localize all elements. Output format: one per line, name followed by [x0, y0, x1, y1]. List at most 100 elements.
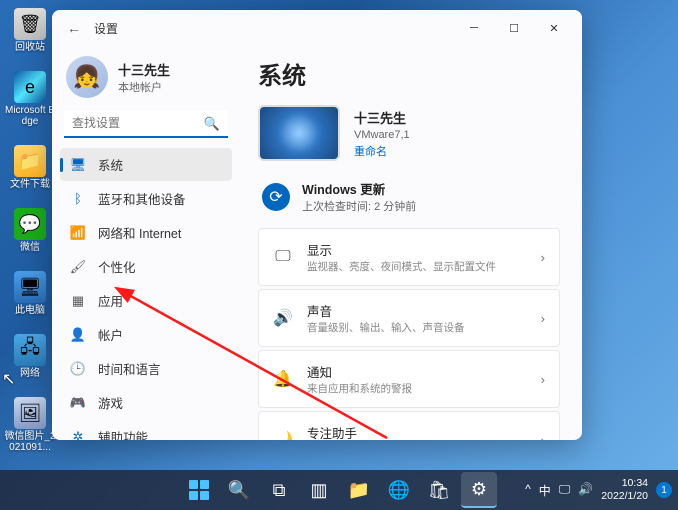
thispc-icon: 🖥	[14, 271, 46, 303]
windows-icon	[189, 480, 209, 500]
nav-label: 帐户	[98, 325, 123, 344]
minimize-button[interactable]: ─	[454, 14, 494, 42]
taskview-button[interactable]: ⧉	[261, 472, 297, 508]
device-model: VMware7,1	[354, 129, 410, 141]
search-icon: 🔍	[204, 116, 220, 132]
store-icon: 🛍	[428, 480, 451, 501]
bluetooth-icon: ᛒ	[70, 191, 86, 207]
ime-indicator[interactable]: 中	[539, 482, 551, 499]
card-focus[interactable]: 🌙 专注助手通知、自动规则 ›	[258, 411, 560, 440]
search-box: 🔍	[64, 110, 228, 138]
desktop-label: 此电脑	[15, 305, 45, 316]
settings-card-list: 🖵 显示监视器、亮度、夜间模式、显示配置文件 › 🔊 声音音量级别、输出、输入、…	[258, 228, 560, 440]
clock[interactable]: 10:34 2022/1/20	[601, 477, 648, 502]
desktop-label: 微信图片_2021091...	[4, 431, 56, 453]
card-display[interactable]: 🖵 显示监视器、亮度、夜间模式、显示配置文件 ›	[258, 228, 560, 286]
notification-badge[interactable]: 1	[656, 482, 672, 498]
device-name: 十三先生	[354, 108, 410, 127]
nav-item-bluetooth[interactable]: ᛒ蓝牙和其他设备	[60, 182, 232, 215]
device-wallpaper-preview	[258, 105, 340, 161]
profile-block[interactable]: 👧 十三先生 本地帐户	[60, 52, 232, 110]
nav-item-accounts[interactable]: 👤帐户	[60, 318, 232, 351]
settings-window: ← 设置 ─ ☐ ✕ 👧 十三先生 本地帐户 🔍 🖥系统 ᛒ蓝牙和其他设备	[52, 10, 582, 440]
desktop-icon-wechat[interactable]: 💬 微信	[4, 208, 56, 253]
maximize-button[interactable]: ☐	[494, 14, 534, 42]
desktop: 🗑 回收站 e Microsoft Edge 📁 文件下载 💬 微信 🖥 此电脑…	[0, 0, 60, 450]
nav-item-personalize[interactable]: 🖌个性化	[60, 250, 232, 283]
desktop-icon-downloads[interactable]: 📁 文件下载	[4, 145, 56, 190]
nav-label: 应用	[98, 291, 123, 310]
chevron-right-icon: ›	[541, 372, 545, 387]
card-sound[interactable]: 🔊 声音音量级别、输出、输入、声音设备 ›	[258, 289, 560, 347]
edge-icon: 🌐	[388, 480, 410, 501]
desktop-label: Microsoft Edge	[4, 105, 56, 127]
settings-button[interactable]: ⚙	[461, 472, 497, 508]
sidebar: 👧 十三先生 本地帐户 🔍 🖥系统 ᛒ蓝牙和其他设备 📶网络和 Internet…	[52, 46, 240, 440]
card-notifications[interactable]: 🔔 通知来自应用和系统的警报 ›	[258, 350, 560, 408]
nav-item-gaming[interactable]: 🎮游戏	[60, 386, 232, 419]
nav-label: 系统	[98, 155, 123, 174]
explorer-button[interactable]: 📁	[341, 472, 377, 508]
gamepad-icon: 🎮	[70, 395, 86, 411]
monitor-icon: 🖵	[273, 247, 293, 267]
desktop-icon-recycle[interactable]: 🗑 回收站	[4, 8, 56, 53]
desktop-icon-image[interactable]: 🖼 微信图片_2021091...	[4, 397, 56, 453]
chevron-right-icon: ›	[541, 311, 545, 326]
titlebar[interactable]: ← 设置 ─ ☐ ✕	[52, 10, 582, 46]
desktop-label: 回收站	[15, 42, 45, 53]
volume-tray-icon[interactable]: 🔊	[578, 482, 593, 499]
network-icon: 🖧	[14, 334, 46, 366]
back-button[interactable]: ←	[60, 14, 88, 42]
search-icon: 🔍	[228, 480, 250, 501]
apps-icon: ▦	[70, 293, 86, 309]
network-tray-icon[interactable]: 🖵	[559, 482, 571, 499]
edge-button[interactable]: 🌐	[381, 472, 417, 508]
nav-item-time[interactable]: 🕒时间和语言	[60, 352, 232, 385]
nav-label: 个性化	[98, 257, 136, 276]
profile-sub: 本地帐户	[118, 79, 170, 95]
search-button[interactable]: 🔍	[221, 472, 257, 508]
nav-item-accessibility[interactable]: ✲ 辅助功能	[60, 420, 232, 440]
window-title: 设置	[94, 20, 454, 37]
desktop-icon-edge[interactable]: e Microsoft Edge	[4, 71, 56, 127]
desktop-label: 文件下载	[10, 179, 50, 190]
update-status[interactable]: ⟳ Windows 更新 上次检查时间: 2 分钟前	[258, 173, 560, 228]
edge-icon: e	[14, 71, 46, 103]
clock-date: 2022/1/20	[601, 490, 648, 503]
system-tray: ^ 中 🖵 🔊 10:34 2022/1/20 1	[525, 477, 672, 502]
widgets-button[interactable]: ▥	[301, 472, 337, 508]
image-icon: 🖼	[14, 397, 46, 429]
taskbar-center: 🔍 ⧉ ▥ 📁 🌐 🛍 ⚙	[181, 472, 497, 508]
card-sub: 监视器、亮度、夜间模式、显示配置文件	[307, 259, 527, 274]
nav-item-apps[interactable]: ▦ 应用	[60, 284, 232, 317]
start-button[interactable]	[181, 472, 217, 508]
store-button[interactable]: 🛍	[421, 472, 457, 508]
update-sub: 上次检查时间: 2 分钟前	[302, 198, 416, 214]
desktop-icon-thispc[interactable]: 🖥 此电脑	[4, 271, 56, 316]
desktop-icon-network[interactable]: 🖧 网络	[4, 334, 56, 379]
widgets-icon: ▥	[310, 480, 327, 501]
nav-list: 🖥系统 ᛒ蓝牙和其他设备 📶网络和 Internet 🖌个性化 ▦应用 👤帐户 …	[60, 148, 232, 440]
nav-label: 时间和语言	[98, 359, 161, 378]
card-title: 显示	[307, 240, 527, 259]
card-sub: 来自应用和系统的警报	[307, 381, 527, 396]
profile-name: 十三先生	[118, 60, 170, 79]
nav-item-system[interactable]: 🖥系统	[60, 148, 232, 181]
moon-icon: 🌙	[273, 430, 293, 440]
rename-link[interactable]: 重命名	[354, 143, 410, 159]
folder-icon: 📁	[348, 480, 370, 501]
taskbar: 🔍 ⧉ ▥ 📁 🌐 🛍 ⚙ ^ 中 🖵 🔊 10:34 2022/1/20 1	[0, 470, 678, 510]
tray-chevron-icon[interactable]: ^	[525, 482, 531, 499]
recycle-bin-icon: 🗑	[14, 8, 46, 40]
taskview-icon: ⧉	[273, 480, 286, 501]
close-button[interactable]: ✕	[534, 14, 574, 42]
desktop-label: 网络	[20, 368, 40, 379]
device-card: 十三先生 VMware7,1 重命名	[258, 105, 560, 161]
gear-icon: ⚙	[471, 479, 487, 500]
nav-label: 辅助功能	[98, 427, 148, 440]
accessibility-icon: ✲	[70, 429, 86, 441]
main-content: 系统 十三先生 VMware7,1 重命名 ⟳ Windows 更新 上次检查时…	[240, 46, 582, 440]
speaker-icon: 🔊	[273, 308, 293, 328]
nav-item-network[interactable]: 📶网络和 Internet	[60, 216, 232, 249]
card-sub: 音量级别、输出、输入、声音设备	[307, 320, 527, 335]
